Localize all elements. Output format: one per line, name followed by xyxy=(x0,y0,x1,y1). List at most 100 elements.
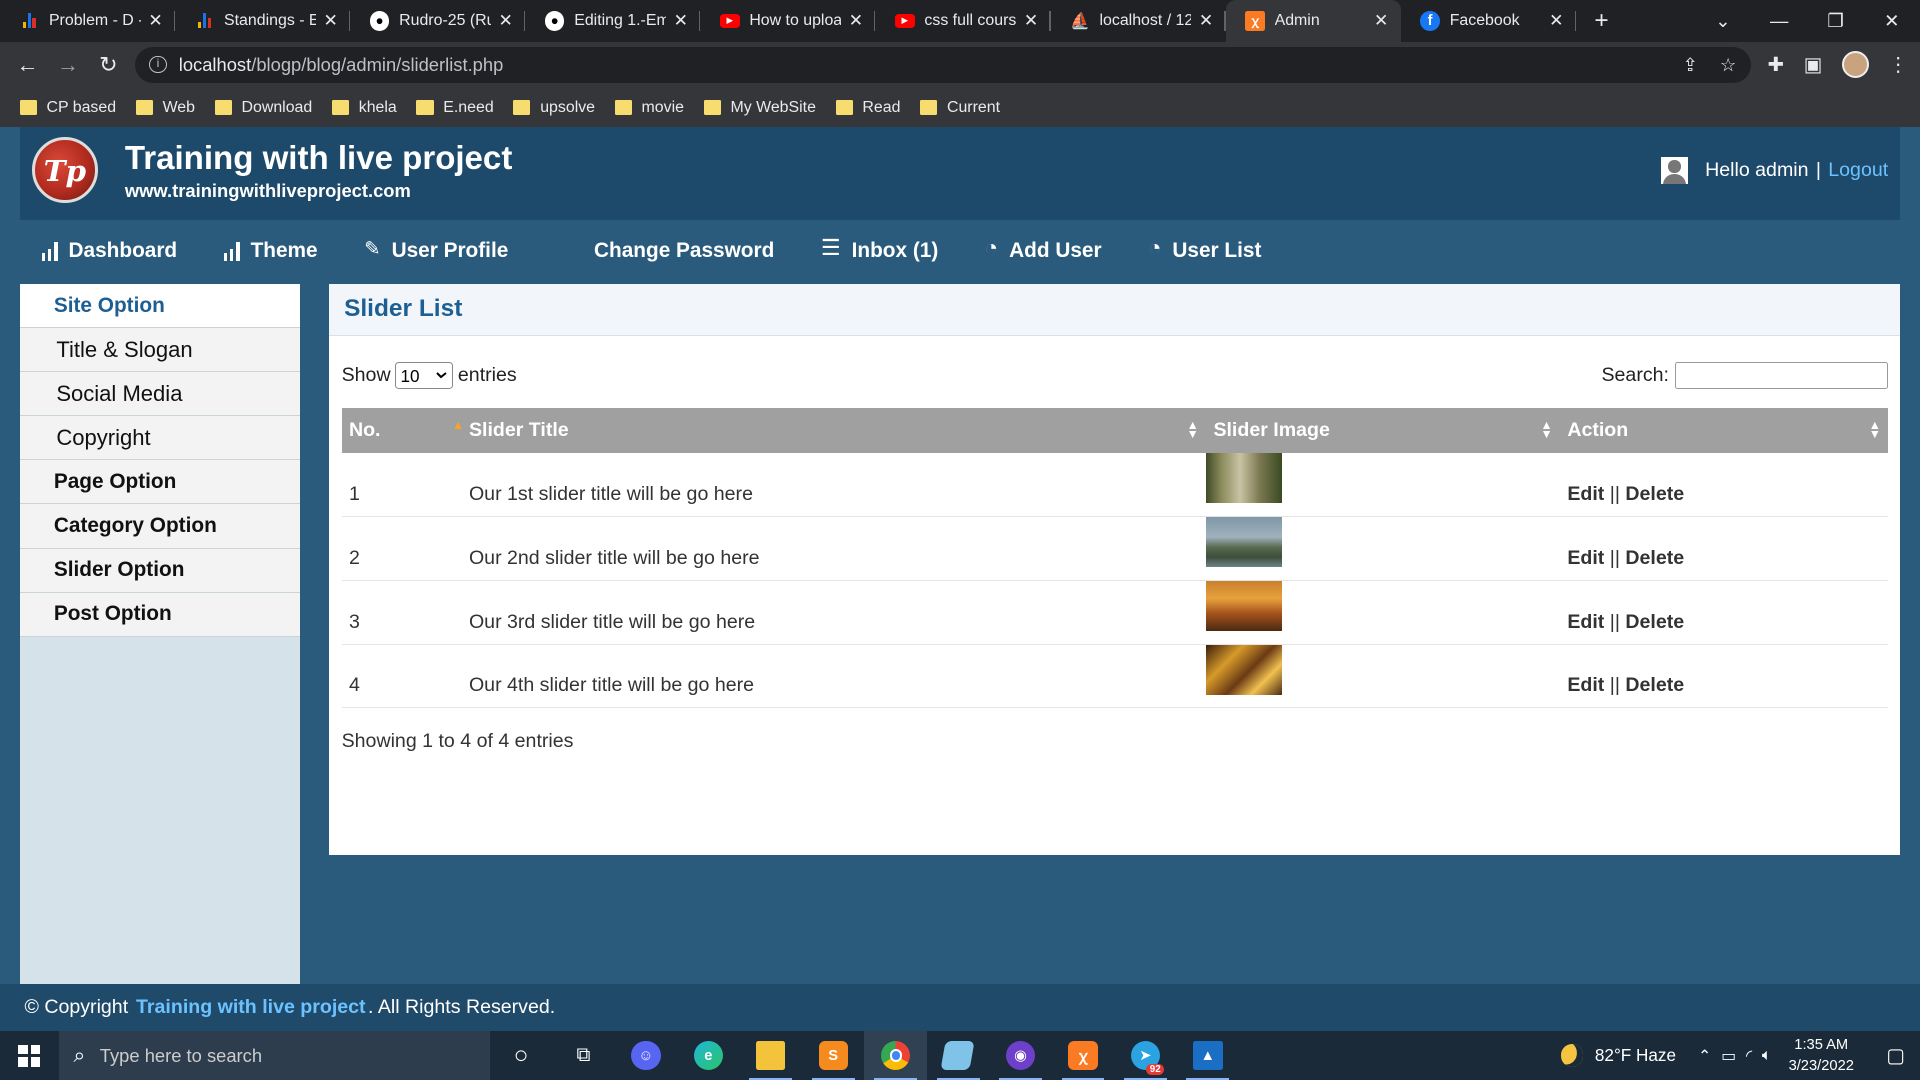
admin-page: Tp Training with live project www.traini… xyxy=(19,127,1901,985)
weather-widget[interactable]: 82°F Haze xyxy=(1560,1044,1676,1067)
browser-tab[interactable]: ● Editing 1.-Emp ✕ xyxy=(525,0,701,42)
close-icon[interactable]: ✕ xyxy=(1021,10,1041,31)
bookmark-folder[interactable]: khela xyxy=(331,99,397,117)
minimize-icon[interactable]: — xyxy=(1751,10,1807,32)
nav-add-user[interactable]: ◔ Add User xyxy=(985,235,1102,263)
chrome-icon[interactable] xyxy=(864,1031,927,1080)
nav-dashboard[interactable]: Dashboard xyxy=(41,239,177,263)
menu-kebab-icon[interactable]: ⋮ xyxy=(1888,53,1908,77)
close-icon[interactable]: ✕ xyxy=(321,10,341,31)
main-nav: Dashboard Theme ✎ User Profile Change Pas… xyxy=(19,220,1901,282)
sidebar-item-title-slogan[interactable]: Title & Slogan xyxy=(19,328,300,373)
close-icon[interactable]: ✕ xyxy=(846,10,866,31)
extensions-puzzle-icon[interactable]: ✚ xyxy=(1768,53,1784,77)
bookmark-folder[interactable]: upsolve xyxy=(513,99,595,117)
browser-tab[interactable]: ● Rudro-25 (Ru ✕ xyxy=(350,0,526,42)
browser-tab[interactable]: ▶ css full course ✕ xyxy=(875,0,1051,42)
logout-link[interactable]: Logout xyxy=(1828,159,1888,182)
sidebar-category-option[interactable]: Category Option xyxy=(19,504,300,549)
browser-tab[interactable]: ⛵ localhost / 12 ✕ xyxy=(1051,0,1226,42)
nav-user-list[interactable]: ◔ User List xyxy=(1148,235,1261,263)
delete-link[interactable]: Delete xyxy=(1625,547,1684,569)
edit-link[interactable]: Edit xyxy=(1567,611,1604,633)
nav-inbox[interactable]: ☰ Inbox (1) xyxy=(821,235,938,263)
github-desktop-icon[interactable]: ◉ xyxy=(989,1031,1051,1080)
bookmark-folder[interactable]: My WebSite xyxy=(703,99,816,117)
close-icon[interactable]: ✕ xyxy=(496,10,516,31)
edit-link[interactable]: Edit xyxy=(1567,547,1604,569)
browser-tab[interactable]: f Facebook ✕ xyxy=(1401,0,1576,42)
separator: | xyxy=(1815,158,1821,181)
sidebar-item-copyright[interactable]: Copyright xyxy=(19,416,300,461)
close-icon[interactable]: ✕ xyxy=(671,10,691,31)
bookmark-folder[interactable]: Read xyxy=(835,99,900,117)
browser-tab[interactable]: Standings - Ed ✕ xyxy=(175,0,351,42)
sidebar-site-option[interactable]: Site Option xyxy=(19,284,300,329)
bookmark-folder[interactable]: Web xyxy=(135,99,195,117)
bookmark-folder[interactable]: movie xyxy=(614,99,684,117)
close-icon[interactable]: ✕ xyxy=(1371,10,1391,31)
bookmark-folder[interactable]: CP based xyxy=(19,99,116,117)
browser-tab[interactable]: ▶ How to upload ✕ xyxy=(700,0,876,42)
bookmark-folder[interactable]: Current xyxy=(920,99,1000,117)
edit-link[interactable]: Edit xyxy=(1567,674,1604,696)
bookmark-star-icon[interactable]: ☆ xyxy=(1720,54,1736,76)
footer-brand-link[interactable]: Training with live project xyxy=(136,996,366,1019)
browser-tab[interactable]: Problem - D - ✕ xyxy=(0,0,176,42)
reload-icon[interactable]: ↻ xyxy=(88,52,128,78)
task-view-icon[interactable]: ⧉ xyxy=(552,1031,614,1080)
photos-icon[interactable]: ▲ xyxy=(1177,1031,1239,1080)
close-window-icon[interactable]: ✕ xyxy=(1864,10,1920,32)
nav-user-profile[interactable]: ✎ User Profile xyxy=(364,238,508,263)
start-button[interactable] xyxy=(0,1031,59,1080)
notification-icon[interactable]: ▢ xyxy=(1871,1044,1920,1068)
column-header-no[interactable]: No. ▲ xyxy=(341,407,464,454)
share-icon[interactable]: ⇪ xyxy=(1682,54,1697,76)
column-header-title[interactable]: Slider Title ▲ ▼ xyxy=(461,407,1207,454)
close-icon[interactable]: ✕ xyxy=(146,10,166,31)
tab-search-chevron-icon[interactable]: ⌄ xyxy=(1695,10,1751,32)
cortana-icon[interactable]: ○ xyxy=(490,1031,552,1080)
new-tab-plus-icon[interactable]: + xyxy=(1583,7,1620,35)
edit-link[interactable]: Edit xyxy=(1567,483,1604,505)
forward-arrow-icon[interactable]: → xyxy=(48,52,88,78)
volume-icon[interactable]: 🔈︎ xyxy=(1762,1047,1772,1065)
sidebar-page-option[interactable]: Page Option xyxy=(19,460,300,505)
wifi-icon[interactable]: ◜ xyxy=(1746,1046,1752,1066)
chevron-up-icon[interactable]: ⌃ xyxy=(1698,1046,1711,1066)
sublime-text-icon[interactable]: S xyxy=(802,1031,864,1080)
telegram-icon[interactable]: ➤ 92 xyxy=(1114,1031,1176,1080)
discord-icon[interactable]: ☺ xyxy=(615,1031,677,1080)
clock[interactable]: 1:35 AM 3/23/2022 xyxy=(1789,1035,1854,1077)
delete-link[interactable]: Delete xyxy=(1625,674,1684,696)
sidebar-slider-option[interactable]: Slider Option xyxy=(19,548,300,593)
site-info-icon[interactable]: i xyxy=(149,56,167,74)
phpmyadmin-icon: ⛵ xyxy=(1070,12,1090,30)
side-panel-icon[interactable]: ▣ xyxy=(1804,53,1823,77)
sidebar-item-social-media[interactable]: Social Media xyxy=(19,372,300,417)
delete-link[interactable]: Delete xyxy=(1625,483,1684,505)
column-header-image[interactable]: Slider Image ▲ ▼ xyxy=(1206,407,1560,454)
bookmark-folder[interactable]: E.need xyxy=(416,99,494,117)
battery-icon[interactable]: ▭ xyxy=(1721,1046,1736,1066)
nav-change-password[interactable]: Change Password xyxy=(594,239,774,263)
file-explorer-icon[interactable] xyxy=(740,1031,802,1080)
delete-link[interactable]: Delete xyxy=(1625,611,1684,633)
profile-avatar[interactable] xyxy=(1841,51,1869,79)
restore-icon[interactable]: ❐ xyxy=(1807,10,1863,32)
bookmark-folder[interactable]: Download xyxy=(214,99,312,117)
notepad-icon[interactable] xyxy=(927,1031,989,1080)
edge-icon[interactable]: e xyxy=(677,1031,739,1080)
sidebar-post-option[interactable]: Post Option xyxy=(19,592,300,637)
entries-select[interactable]: 10 xyxy=(395,362,454,390)
back-arrow-icon[interactable]: ← xyxy=(7,52,47,78)
browser-tab-active[interactable]: ꭓ Admin ✕ xyxy=(1225,0,1401,42)
column-header-action[interactable]: Action ▲ ▼ xyxy=(1559,407,1889,454)
taskbar-search[interactable]: ⌕ Type here to search xyxy=(58,1031,490,1080)
search-input[interactable] xyxy=(1675,362,1889,390)
address-bar[interactable]: i localhost/blogp/blog/admin/sliderlist.… xyxy=(134,46,1752,84)
nav-theme[interactable]: Theme xyxy=(223,239,318,263)
close-icon[interactable]: ✕ xyxy=(1546,10,1566,31)
close-icon[interactable]: ✕ xyxy=(1196,10,1216,31)
xampp-icon[interactable]: ꭓ xyxy=(1052,1031,1114,1080)
